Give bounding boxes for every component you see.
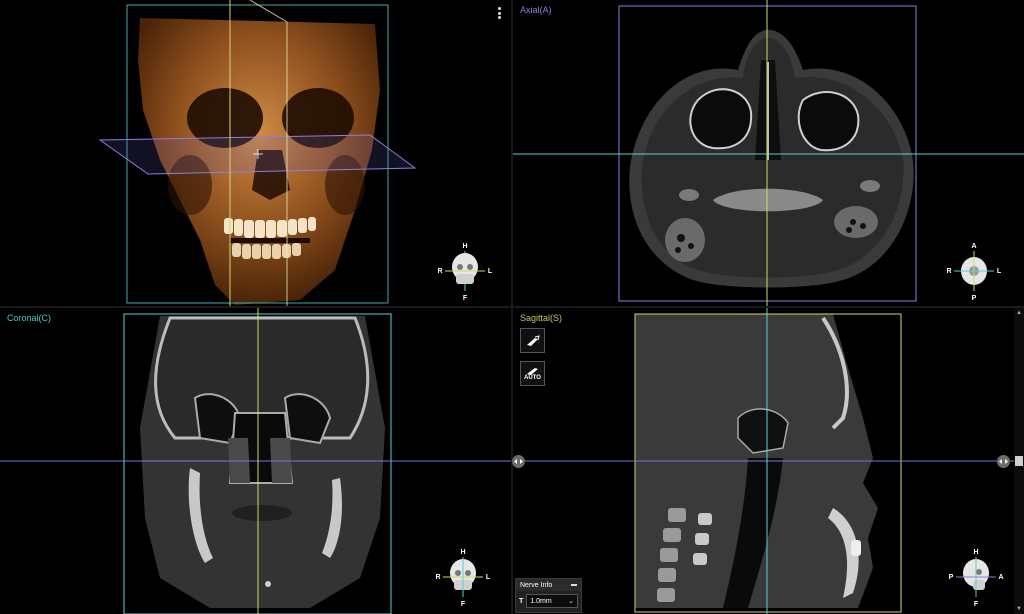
orient-bottom-label: F [461,601,466,608]
auto-nerve-button[interactable]: AUTO [520,361,545,386]
axial-view-label: Axial(A) [520,5,552,15]
collapse-arrows-icon [999,459,1008,464]
chevron-down-icon: ⌄ [568,598,574,605]
slice-scrollbar[interactable]: ▲ ▼ [1014,308,1024,614]
cbct-viewer: H F R L Axial(A) A P R L Coronal(C) H F … [0,0,1024,614]
auto-label: AUTO [524,375,541,381]
axial-view[interactable]: Axial(A) A P R L [513,0,1024,306]
orient-left-label: P [949,574,954,581]
coronal-view-label: Coronal(C) [7,313,52,323]
thickness-select[interactable]: 1.0mm ⌄ [526,594,578,608]
orientation-cube-volume[interactable]: H F R L [436,240,494,306]
thickness-value: 1.0mm [530,597,552,605]
orientation-cube-coronal[interactable]: H F R L [434,546,492,613]
orient-right-label: L [997,268,1002,275]
orient-bottom-label: P [972,295,977,302]
orientation-cube-axial[interactable]: A P R L [945,240,1003,306]
thickness-label: T [519,597,524,605]
sagittal-side-handle[interactable] [997,455,1010,468]
nerve-info-panel: Nerve Info T 1.0mm ⌄ [515,578,582,613]
volume-render[interactable] [0,0,511,306]
axial-plane [98,134,417,175]
scroll-up-icon[interactable]: ▲ [1016,310,1022,316]
orient-right-label: L [488,268,493,275]
orient-right-label: L [486,574,491,581]
collapse-arrows-icon [514,459,523,464]
orient-top-label: H [460,549,465,556]
nerve-info-header: Nerve Info [516,579,581,591]
orient-top-label: H [462,243,467,250]
divider-handle[interactable] [512,455,525,468]
orient-bottom-label: F [463,295,468,302]
scroll-thumb[interactable] [1015,456,1023,466]
orient-top-label: H [973,549,978,556]
orient-left-label: R [946,268,951,275]
minimize-icon[interactable] [571,584,577,586]
orient-top-label: A [971,243,976,250]
nerve-info-title: Nerve Info [520,581,553,589]
orient-right-label: A [998,574,1003,581]
nerve-tool-icon [526,334,540,346]
coronal-view[interactable]: Coronal(C) H F R L [0,308,511,614]
scroll-down-icon[interactable]: ▼ [1016,606,1022,612]
nerve-draw-button[interactable] [520,328,545,353]
orientation-cube-sagittal[interactable]: H F P A [947,546,1005,613]
view-menu-icon[interactable] [497,7,501,19]
volume-3d-view[interactable]: H F R L [0,0,511,306]
sagittal-view[interactable]: Sagittal(S) AUTO Nerve Info T 1.0mm ⌄ H … [513,308,1024,614]
orient-bottom-label: F [974,601,979,608]
auto-nerve-icon [526,368,538,375]
orient-left-label: R [437,268,442,275]
sagittal-view-label: Sagittal(S) [520,313,563,323]
orient-left-label: R [435,574,440,581]
